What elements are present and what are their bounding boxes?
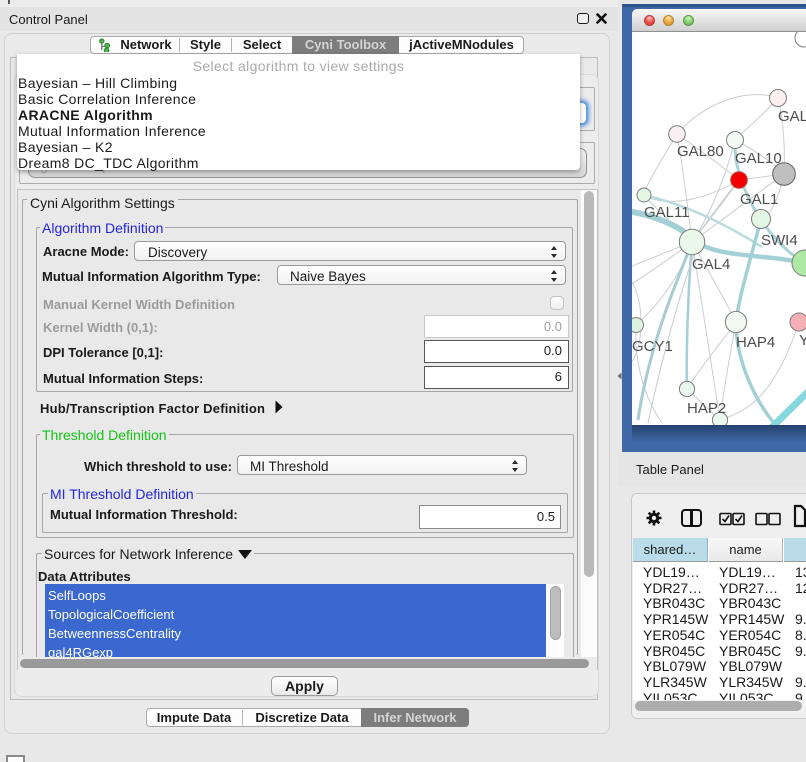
svg-text:GAL11: GAL11 — [644, 204, 690, 221]
svg-text:GAL80: GAL80 — [778, 108, 806, 125]
svg-text:GAL10: GAL10 — [735, 150, 782, 167]
svg-text:Y: Y — [799, 332, 806, 349]
svg-text:GCY1: GCY1 — [632, 338, 673, 355]
svg-text:GAL1: GAL1 — [740, 191, 778, 208]
svg-text:GAL4: GAL4 — [692, 256, 730, 273]
svg-text:SWI4: SWI4 — [761, 232, 798, 249]
svg-text:GAL80: GAL80 — [677, 143, 724, 160]
svg-text:HAP4: HAP4 — [736, 334, 775, 351]
svg-text:HAP2: HAP2 — [687, 400, 726, 417]
